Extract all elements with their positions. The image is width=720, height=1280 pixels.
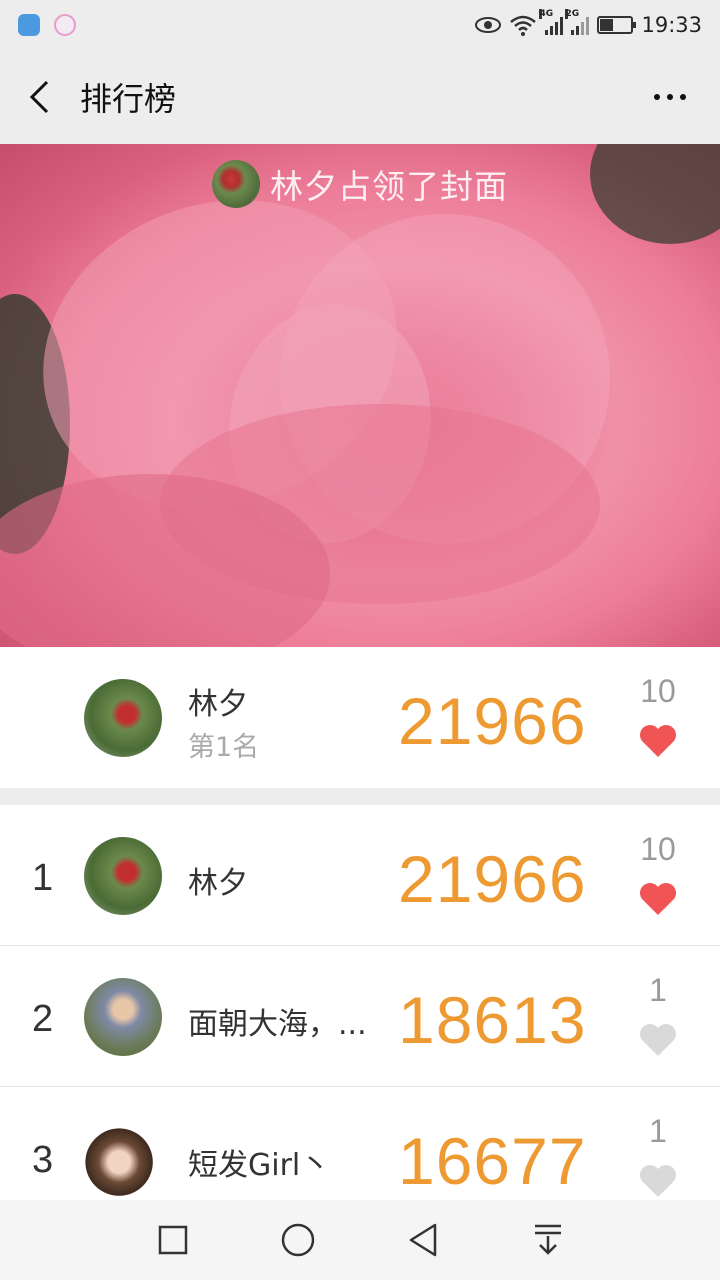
section-divider — [0, 788, 720, 805]
shield-app-icon — [18, 14, 40, 36]
battery-icon — [597, 16, 637, 34]
system-navigation-bar — [0, 1200, 720, 1280]
like-count: 10 — [640, 673, 676, 709]
user-name: 短发Girl丶 — [188, 1148, 331, 1183]
status-time: 19:33 — [641, 13, 702, 37]
avatar[interactable] — [84, 837, 162, 915]
like-count: 10 — [640, 831, 676, 867]
chevron-left-icon — [29, 80, 49, 114]
cover-image[interactable]: 林夕占领了封面 — [0, 144, 720, 647]
step-count: 18613 — [398, 983, 587, 1057]
rank-number: 1 — [32, 857, 54, 899]
like-count: 1 — [649, 1113, 667, 1149]
square-icon — [158, 1225, 187, 1255]
like-count: 1 — [649, 972, 667, 1008]
status-bar: 4G 2G 19:33 — [0, 0, 720, 50]
signal-4g-icon: 4G — [539, 9, 564, 35]
recent-apps-button[interactable] — [143, 1210, 203, 1270]
triangle-back-icon — [409, 1223, 436, 1257]
heart-icon[interactable] — [638, 881, 678, 917]
ranking-row[interactable]: 2 面朝大海，... 18613 1 — [0, 946, 720, 1087]
rank-label: 第1名 — [188, 732, 260, 763]
home-button[interactable] — [268, 1210, 328, 1270]
step-count: 21966 — [398, 684, 587, 758]
avatar[interactable] — [84, 978, 162, 1056]
cover-holder-row[interactable]: 林夕 第1名 21966 10 — [0, 647, 720, 788]
user-name: 林夕 — [188, 687, 248, 722]
back-button[interactable] — [4, 50, 74, 144]
more-options-button[interactable] — [654, 94, 686, 100]
pulldown-icon — [534, 1224, 561, 1255]
avatar[interactable] — [84, 679, 162, 757]
rank-number: 3 — [32, 1139, 54, 1181]
navigation-bar: 排行榜 — [0, 50, 720, 144]
heart-icon[interactable] — [638, 1163, 678, 1199]
step-count: 16677 — [398, 1124, 587, 1198]
eye-icon — [475, 17, 502, 33]
signal-2g-icon: 2G — [565, 9, 590, 35]
circle-icon — [281, 1223, 314, 1257]
cover-owner-text: 林夕占领了封面 — [270, 167, 508, 206]
heart-icon[interactable] — [638, 723, 678, 759]
cover-owner-avatar — [212, 160, 260, 208]
page-title: 排行榜 — [80, 80, 177, 118]
user-name: 林夕 — [188, 866, 248, 901]
wifi-icon — [510, 15, 537, 36]
cover-owner-banner: 林夕占领了封面 — [0, 160, 720, 208]
ranking-row[interactable]: 1 林夕 21966 10 — [0, 805, 720, 946]
user-name: 面朝大海，... — [188, 1007, 367, 1042]
notification-pulldown-button[interactable] — [518, 1210, 578, 1270]
chat-app-icon — [54, 14, 76, 36]
rank-number: 2 — [32, 998, 54, 1040]
system-back-button[interactable] — [393, 1210, 453, 1270]
avatar[interactable] — [84, 1127, 162, 1205]
step-count: 21966 — [398, 842, 587, 916]
heart-icon[interactable] — [638, 1022, 678, 1058]
